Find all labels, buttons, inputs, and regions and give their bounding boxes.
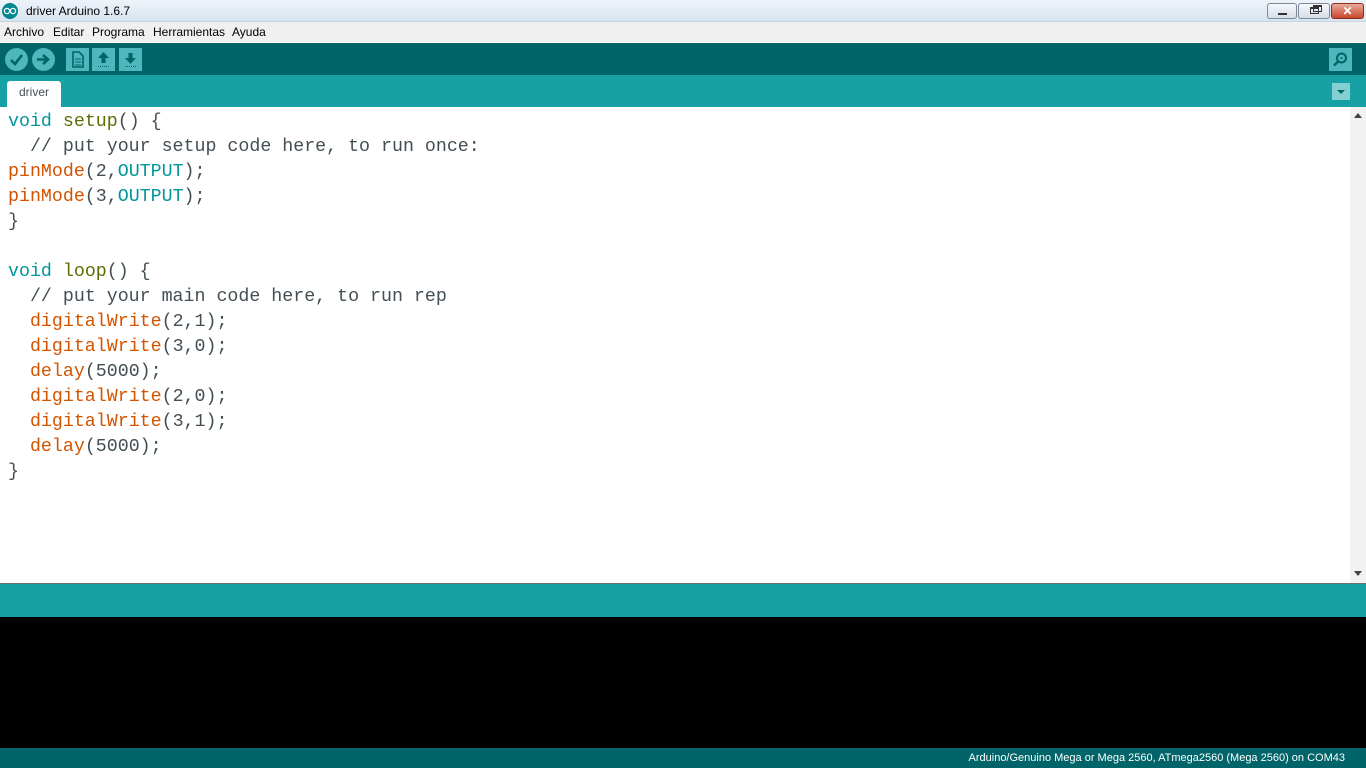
menu-herramientas[interactable]: Herramientas [153,25,225,39]
code-line: digitalWrite(2,1); [8,310,227,335]
code-line: delay(5000); [8,360,162,385]
open-sketch-button[interactable] [92,48,115,71]
code-token: () { [106,262,151,282]
tab-menu-button[interactable] [1332,83,1350,100]
minimize-icon [1278,13,1287,15]
code-token: digitalWrite [29,312,162,332]
upload-button[interactable] [32,48,55,71]
code-token: (5000); [84,437,162,457]
console-output[interactable] [0,617,1366,748]
menu-editar[interactable]: Editar [53,25,84,39]
code-token: (3, [84,187,118,207]
code-token: (2,0); [161,387,228,407]
close-icon: ✕ [1342,4,1353,18]
code-token: loop [62,262,107,282]
code-token: ); [183,162,206,182]
code-token: OUTPUT [117,162,184,182]
code-token: (3,1); [161,412,228,432]
code-line: } [8,212,19,232]
code-token: OUTPUT [117,187,184,207]
scroll-up-icon[interactable] [1354,113,1362,118]
code-line: } [8,462,19,482]
verify-button[interactable] [5,48,28,71]
toolbar [0,43,1366,75]
serial-monitor-button[interactable] [1329,48,1352,71]
code-token: (3,0); [161,337,228,357]
save-icon [125,53,136,67]
code-line: pinMode(3,OUTPUT); [8,185,206,210]
code-token: void [8,262,52,282]
serial-monitor-icon [1333,52,1347,67]
code-token: pinMode [8,187,85,207]
restore-icon-front [1310,7,1319,14]
code-token: digitalWrite [29,337,162,357]
code-token: (2, [84,162,118,182]
code-editor[interactable]: void setup() { // put your setup code he… [0,107,1350,583]
code-line: digitalWrite(3,0); [8,335,227,360]
code-line: delay(5000); [8,435,162,460]
code-token: ); [183,187,206,207]
code-token: setup [62,112,118,132]
code-token: pinMode [8,162,85,182]
code-line: digitalWrite(2,0); [8,385,227,410]
minimize-button[interactable] [1267,3,1297,19]
status-bar [0,584,1366,617]
arduino-logo-icon [2,3,18,19]
code-line: digitalWrite(3,1); [8,410,227,435]
scroll-down-icon[interactable] [1354,571,1362,576]
upload-icon [37,54,50,65]
restore-button[interactable] [1298,3,1330,19]
code-line: void loop() { [8,260,151,285]
code-token: void [8,112,52,132]
chevron-down-icon [1337,90,1345,94]
menu-archivo[interactable]: Archivo [4,25,44,39]
code-token: (5000); [84,362,162,382]
code-line: pinMode(2,OUTPUT); [8,160,206,185]
code-token: digitalWrite [29,387,162,407]
open-icon [98,52,109,67]
menu-bar: Archivo Editar Programa Herramientas Ayu… [0,22,1366,42]
code-token: (2,1); [161,312,228,332]
code-token: delay [29,362,85,382]
close-button[interactable]: ✕ [1331,3,1364,19]
window-title: driver Arduino 1.6.7 [26,4,131,18]
verify-icon [10,54,24,66]
footer-bar: Arduino/Genuino Mega or Mega 2560, ATmeg… [0,748,1366,768]
title-bar: driver Arduino 1.6.7 ✕ [0,0,1366,22]
tab-strip: driver [0,75,1366,107]
new-sketch-button[interactable] [66,48,89,71]
code-line: // put your main code here, to run rep [8,287,447,307]
save-sketch-button[interactable] [119,48,142,71]
new-icon [72,51,84,68]
menu-ayuda[interactable]: Ayuda [232,25,266,39]
menu-programa[interactable]: Programa [92,25,145,39]
code-token: digitalWrite [29,412,162,432]
code-token: delay [29,437,85,457]
tab-driver[interactable]: driver [7,81,61,107]
board-port-info: Arduino/Genuino Mega or Mega 2560, ATmeg… [968,752,1345,764]
code-line: void setup() { [8,110,162,135]
code-token: () { [117,112,162,132]
code-line: // put your setup code here, to run once… [8,137,480,157]
editor-scrollbar[interactable] [1350,107,1366,583]
